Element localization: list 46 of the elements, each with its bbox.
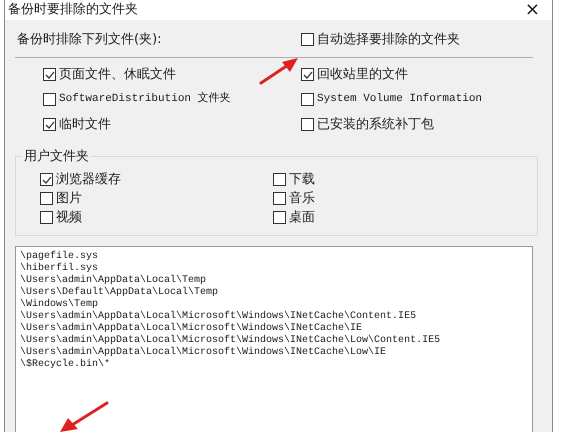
checkmark-icon bbox=[44, 70, 54, 80]
path-line: \Users\admin\AppData\Local\Microsoft\Windows\INetCache\IE bbox=[20, 322, 362, 334]
path-line: \Users\admin\AppData\Local\Microsoft\Windows\INetCache\Content.IE5 bbox=[20, 310, 416, 322]
checkbox-label: 下载 bbox=[289, 170, 315, 189]
checkbox[interactable] bbox=[301, 93, 314, 106]
checkmark-icon bbox=[302, 70, 312, 80]
checkbox-label: 浏览器缓存 bbox=[56, 170, 121, 189]
path-line: \pagefile.sys bbox=[20, 250, 98, 262]
arrow-annotation bbox=[258, 56, 300, 86]
window-title: 备份时要排除的文件夹 bbox=[8, 1, 138, 19]
exclude-list[interactable] bbox=[15, 246, 533, 432]
checkbox-label: 自动选择要排除的文件夹 bbox=[317, 30, 460, 49]
checkmark-icon bbox=[44, 120, 54, 130]
checkmark-icon bbox=[42, 174, 52, 184]
path-line: \Users\Default\AppData\Local\Temp bbox=[20, 286, 218, 298]
close-button[interactable]: × bbox=[520, 0, 544, 19]
checkbox[interactable] bbox=[40, 211, 53, 224]
checkbox[interactable] bbox=[273, 211, 286, 224]
path-line: \Users\admin\AppData\Local\Microsoft\Windows\INetCache\Low\IE bbox=[20, 346, 386, 358]
checkbox-label: 桌面 bbox=[289, 208, 315, 227]
checkbox[interactable] bbox=[273, 192, 286, 205]
checkbox-label: System Volume Information bbox=[317, 92, 482, 108]
checkbox-label: 音乐 bbox=[289, 190, 315, 208]
header-label: 备份时排除下列文件(夹): bbox=[16, 30, 163, 49]
checkbox-label: 页面文件、休眠文件 bbox=[59, 66, 176, 84]
checkbox[interactable] bbox=[40, 192, 53, 205]
path-line: \$Recycle.bin\* bbox=[20, 358, 110, 370]
checkbox-label: 回收站里的文件 bbox=[317, 66, 408, 84]
checkbox[interactable] bbox=[40, 173, 53, 186]
checkbox-label: 视频 bbox=[56, 208, 82, 227]
path-line: \Users\admin\AppData\Local\Temp bbox=[20, 274, 206, 286]
checkbox[interactable] bbox=[301, 118, 314, 131]
path-line: \hiberfil.sys bbox=[20, 262, 98, 274]
checkbox-label: 临时文件 bbox=[59, 116, 111, 134]
checkbox[interactable] bbox=[273, 173, 286, 186]
checkbox[interactable] bbox=[43, 93, 56, 106]
path-line: \Users\admin\AppData\Local\Microsoft\Windows\INetCache\Low\Content.IE5 bbox=[20, 334, 440, 346]
checkbox[interactable] bbox=[301, 33, 314, 46]
checkbox-label: 图片 bbox=[56, 190, 82, 208]
checkbox[interactable] bbox=[43, 118, 56, 131]
arrow-annotation bbox=[58, 400, 110, 432]
checkbox-label: SoftwareDistribution 文件夹 bbox=[59, 91, 231, 108]
checkbox-label: 已安装的系统补丁包 bbox=[317, 116, 434, 134]
path-line: \Windows\Temp bbox=[20, 298, 98, 310]
checkbox[interactable] bbox=[301, 68, 314, 81]
checkbox[interactable] bbox=[43, 68, 56, 81]
